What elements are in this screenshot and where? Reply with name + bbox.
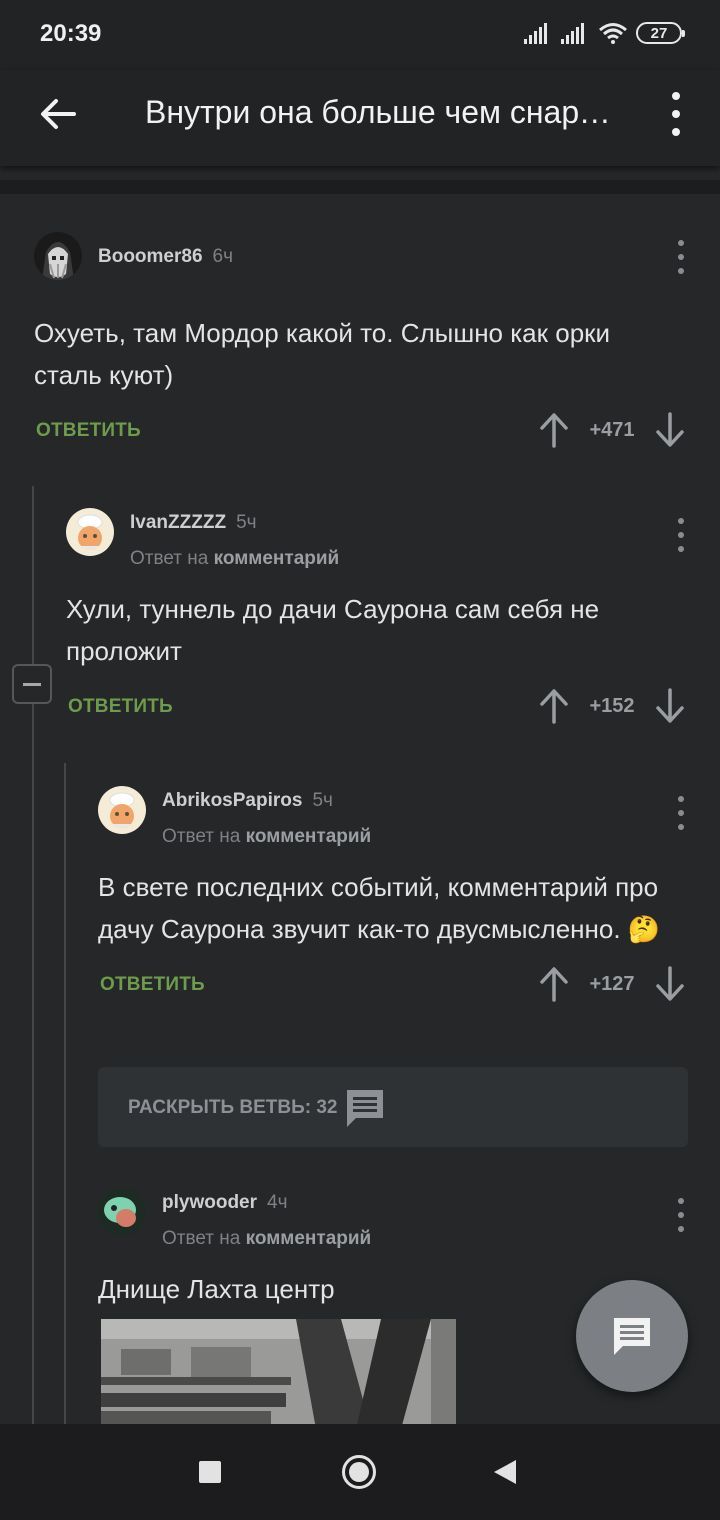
status-icons: 27 bbox=[524, 22, 685, 44]
comment-time: 5ч bbox=[312, 790, 333, 811]
vote-count: +127 bbox=[589, 972, 635, 995]
back-triangle-icon[interactable] bbox=[494, 1460, 516, 1484]
arrow-left-icon[interactable] bbox=[36, 92, 80, 136]
app-bar: Внутри она больше чем снаружи bbox=[0, 70, 720, 166]
avatar[interactable] bbox=[34, 232, 82, 280]
votes: +471 bbox=[536, 410, 688, 450]
avatar[interactable] bbox=[98, 1188, 146, 1236]
reply-button[interactable]: ОТВЕТИТЬ bbox=[68, 696, 173, 718]
comment-header: plywooder 4ч Ответ на комментарий bbox=[98, 1188, 688, 1249]
reply-to: Ответ на комментарий bbox=[162, 1228, 372, 1249]
status-time: 20:39 bbox=[40, 20, 102, 47]
comment-header: IvanZZZZZ 5ч Ответ на комментарий bbox=[66, 508, 688, 569]
username[interactable]: IvanZZZZZ 5ч bbox=[130, 512, 257, 534]
arrow-down-icon[interactable] bbox=[652, 964, 688, 1004]
signal-2-icon bbox=[561, 22, 584, 44]
arrow-up-icon[interactable] bbox=[536, 964, 572, 1004]
battery-icon: 27 bbox=[636, 22, 685, 44]
battery-level: 27 bbox=[650, 24, 668, 42]
wifi-icon bbox=[599, 23, 627, 44]
section-divider bbox=[0, 180, 720, 194]
username[interactable]: plywooder 4ч bbox=[162, 1192, 287, 1214]
username[interactable]: AbrikosPapiros 5ч bbox=[162, 790, 333, 812]
comment-photo[interactable] bbox=[101, 1319, 456, 1429]
comment-actions: ОТВЕТИТЬ +127 bbox=[98, 964, 688, 1008]
chat-icon bbox=[347, 1090, 383, 1127]
reply-button[interactable]: ОТВЕТИТЬ bbox=[100, 974, 205, 996]
votes: +152 bbox=[536, 686, 688, 726]
system-nav-bar bbox=[0, 1424, 720, 1520]
more-vert-icon[interactable] bbox=[664, 92, 688, 136]
comment-header: AbrikosPapiros 5ч Ответ на комментарий bbox=[98, 786, 688, 847]
comment-actions: ОТВЕТИТЬ +152 bbox=[66, 686, 688, 730]
comment-time: 6ч bbox=[212, 246, 233, 267]
comment-actions: ОТВЕТИТЬ +471 bbox=[34, 410, 688, 454]
signal-icon bbox=[524, 22, 547, 44]
comment-menu-icon[interactable] bbox=[674, 796, 688, 830]
comment-menu-icon[interactable] bbox=[674, 1198, 688, 1232]
expand-branch-label: РАСКРЫТЬ ВЕТВЬ: 32 bbox=[128, 1097, 338, 1118]
home-icon[interactable] bbox=[342, 1455, 376, 1489]
expand-branch-button[interactable]: РАСКРЫТЬ ВЕТВЬ: 32 bbox=[98, 1067, 688, 1147]
comment-menu-icon[interactable] bbox=[674, 518, 688, 552]
arrow-down-icon[interactable] bbox=[652, 410, 688, 450]
reply-to: Ответ на комментарий bbox=[130, 548, 340, 569]
avatar[interactable] bbox=[66, 508, 114, 556]
comment: IvanZZZZZ 5ч Ответ на комментарий Хули, т… bbox=[66, 508, 688, 730]
thread-line-level-2 bbox=[64, 763, 66, 1424]
comment: AbrikosPapiros 5ч Ответ на комментарий В … bbox=[98, 786, 688, 1008]
vote-count: +471 bbox=[589, 418, 635, 441]
comment-text: В свете последних событий, комментарий п… bbox=[98, 872, 661, 944]
comment-text: Днище Лахта центр bbox=[98, 1274, 335, 1304]
comment-text: Охуеть, там Мордор какой то. Слышно как … bbox=[34, 318, 611, 390]
votes: +127 bbox=[536, 964, 688, 1004]
collapse-thread-button[interactable] bbox=[12, 664, 52, 704]
comment: Booomer86 6ч Охуеть, там Мордор какой то.… bbox=[34, 232, 688, 454]
arrow-down-icon[interactable] bbox=[652, 686, 688, 726]
reply-to: Ответ на комментарий bbox=[162, 826, 372, 847]
arrow-up-icon[interactable] bbox=[536, 686, 572, 726]
comment-time: 5ч bbox=[236, 512, 257, 533]
new-comment-fab[interactable] bbox=[576, 1280, 688, 1392]
vote-count: +152 bbox=[589, 694, 635, 717]
thread-line-level-1 bbox=[32, 486, 34, 1424]
comment-menu-icon[interactable] bbox=[674, 240, 688, 274]
comment-text: Хули, туннель до дачи Саурона сам себя н… bbox=[66, 594, 600, 666]
reply-to-link[interactable]: комментарий bbox=[214, 548, 340, 569]
chat-icon bbox=[614, 1318, 650, 1355]
arrow-up-icon[interactable] bbox=[536, 410, 572, 450]
reply-to-link[interactable]: комментарий bbox=[246, 1228, 372, 1249]
avatar[interactable] bbox=[98, 786, 146, 834]
comment-time: 4ч bbox=[267, 1192, 288, 1213]
reply-button[interactable]: ОТВЕТИТЬ bbox=[36, 420, 141, 442]
page-title: Внутри она больше чем снаружи bbox=[145, 94, 615, 130]
comment-header: Booomer86 6ч bbox=[34, 232, 688, 292]
status-bar: 20:39 27 bbox=[0, 0, 720, 70]
username[interactable]: Booomer86 6ч bbox=[98, 246, 233, 268]
reply-to-link[interactable]: комментарий bbox=[246, 826, 372, 847]
recents-icon[interactable] bbox=[199, 1461, 221, 1483]
